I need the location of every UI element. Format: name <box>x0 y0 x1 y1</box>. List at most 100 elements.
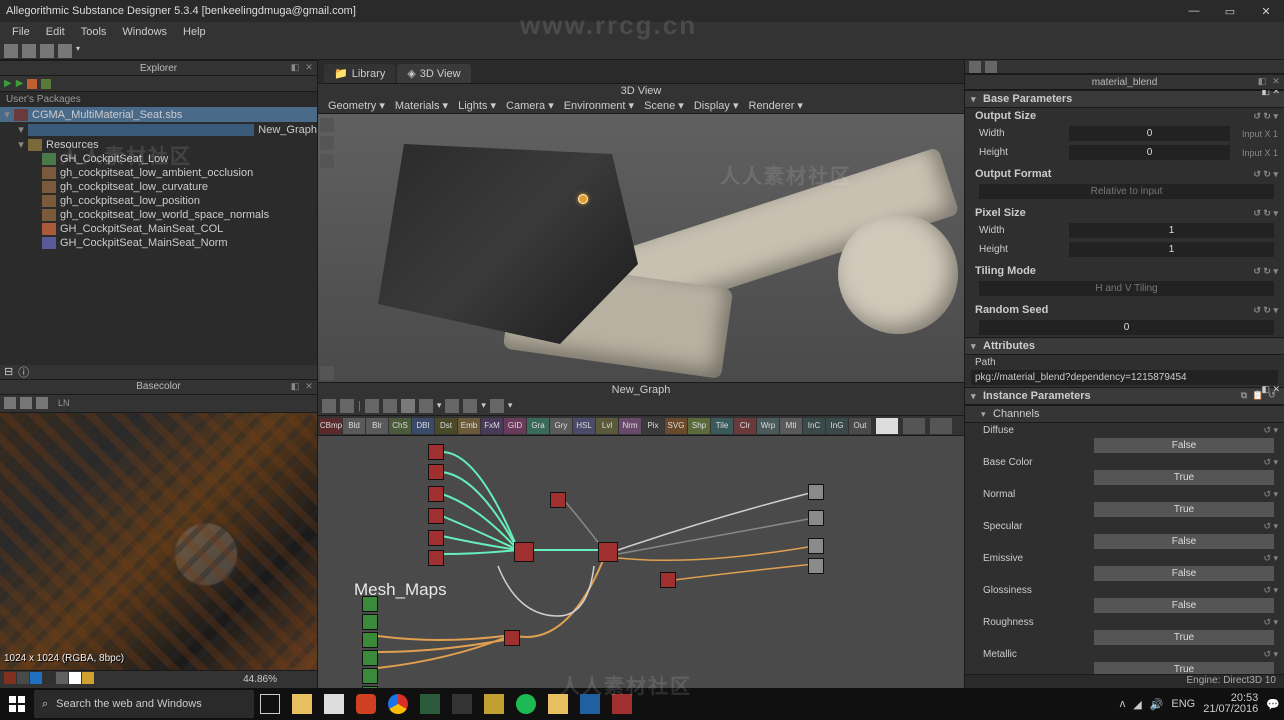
graph-node[interactable] <box>504 630 520 646</box>
dock-icon[interactable]: ◧ <box>289 62 301 74</box>
app-yellow-icon[interactable] <box>478 688 510 720</box>
play-all-icon[interactable]: ▶ <box>16 78 24 89</box>
viewport-menu[interactable]: Materials ▾ <box>391 99 452 112</box>
save-all-icon[interactable]: ▾ <box>58 44 72 58</box>
palette-node[interactable]: Blr <box>366 418 388 434</box>
graph-node[interactable] <box>362 632 378 648</box>
palette-node[interactable]: Out <box>849 418 871 434</box>
channels-header[interactable]: ▾Channels <box>965 405 1284 423</box>
arrow-icon[interactable] <box>445 399 459 413</box>
copy-icon[interactable]: ⧉ <box>1238 390 1250 402</box>
palette-node[interactable]: Wrp <box>757 418 779 434</box>
tiling-mode-select[interactable]: H and V Tiling <box>979 281 1274 296</box>
tab-3dview[interactable]: ◈3D View <box>397 64 470 83</box>
graph-node[interactable] <box>428 464 444 480</box>
palette-node[interactable]: Mtl <box>780 418 802 434</box>
graph-node[interactable] <box>808 538 824 554</box>
viewport-option-icon[interactable] <box>320 366 334 380</box>
start-button[interactable] <box>0 688 34 720</box>
palette-node[interactable]: Lvl <box>596 418 618 434</box>
task-view-icon[interactable] <box>254 688 286 720</box>
minimize-button[interactable]: — <box>1176 0 1212 22</box>
palette-node[interactable]: Shp <box>688 418 710 434</box>
close-panel-icon[interactable]: ✕ <box>303 381 315 393</box>
graph-node[interactable] <box>362 650 378 666</box>
palette-node[interactable]: Nrm <box>619 418 641 434</box>
close-panel-icon[interactable]: ✕ <box>303 62 315 74</box>
app-icon[interactable] <box>350 688 382 720</box>
channel-value-select[interactable]: False <box>1094 566 1274 581</box>
open-icon[interactable] <box>22 44 36 58</box>
palette-extra-icon[interactable] <box>876 418 898 434</box>
close-button[interactable]: ✕ <box>1248 0 1284 22</box>
tree-item[interactable]: GH_CockpitSeat_Low <box>0 152 317 166</box>
output-height-field[interactable]: 0 <box>1069 145 1230 160</box>
palette-node[interactable]: Emb <box>458 418 480 434</box>
menu-help[interactable]: Help <box>175 24 214 40</box>
tree-item[interactable]: gh_cockpitseat_low_position <box>0 194 317 208</box>
menu-edit[interactable]: Edit <box>38 24 73 40</box>
chrome-icon[interactable] <box>382 688 414 720</box>
tree-item[interactable]: ▾Resources <box>0 137 317 152</box>
wifi-icon[interactable]: ◢ <box>1133 698 1141 711</box>
viewport-menu[interactable]: Environment ▾ <box>560 99 638 112</box>
palette-node[interactable]: CBmp <box>320 418 342 434</box>
maximize-button[interactable]: ▭ <box>1212 0 1248 22</box>
viewport-menu[interactable]: Lights ▾ <box>454 99 500 112</box>
graph-node[interactable] <box>362 668 378 684</box>
tree-item[interactable]: gh_cockpitseat_low_world_space_normals <box>0 208 317 222</box>
more-icon[interactable] <box>490 399 504 413</box>
graph-node[interactable] <box>808 484 824 500</box>
stop-icon[interactable] <box>27 79 37 89</box>
color-swatch[interactable] <box>43 672 55 684</box>
color-swatch[interactable] <box>17 672 29 684</box>
basecolor-viewport[interactable]: 1024 x 1024 (RGBA, 8bpc) <box>0 413 317 671</box>
lang-indicator[interactable]: ENG <box>1171 698 1195 710</box>
graph-node[interactable] <box>428 444 444 460</box>
dock-icon[interactable]: ◧ <box>1256 76 1268 88</box>
palette-node[interactable]: Gra <box>527 418 549 434</box>
app-dark-icon[interactable] <box>446 688 478 720</box>
prop-tool-icon[interactable] <box>969 61 981 73</box>
file-explorer-icon[interactable] <box>286 688 318 720</box>
channel-value-select[interactable]: True <box>1094 470 1274 485</box>
pixel-width-field[interactable]: 1 <box>1069 223 1274 238</box>
graph-tool-icon[interactable] <box>340 399 354 413</box>
app-green-icon[interactable] <box>414 688 446 720</box>
color-swatch[interactable] <box>56 672 68 684</box>
palette-node[interactable]: Dst <box>435 418 457 434</box>
section-instance-parameters[interactable]: ▾Instance Parameters⧉📋↺ <box>965 387 1284 405</box>
tree-item[interactable]: GH_CockpitSeat_MainSeat_Norm <box>0 236 317 250</box>
spotify-icon[interactable] <box>510 688 542 720</box>
graph-tool-icon[interactable] <box>322 399 336 413</box>
bc-tool-icon[interactable] <box>36 397 48 409</box>
palette-node[interactable]: Clr <box>734 418 756 434</box>
palette-node[interactable]: SVG <box>665 418 687 434</box>
channel-value-select[interactable]: True <box>1094 502 1274 517</box>
palette-node[interactable]: Tile <box>711 418 733 434</box>
color-swatch[interactable] <box>82 672 94 684</box>
channel-value-select[interactable]: False <box>1094 598 1274 613</box>
play-icon[interactable]: ▶ <box>4 78 12 89</box>
color-swatch[interactable] <box>30 672 42 684</box>
output-width-field[interactable]: 0 <box>1069 126 1230 141</box>
collapse-icon[interactable]: ⊟ <box>4 365 13 378</box>
palette-node[interactable]: GID <box>504 418 526 434</box>
expand-icon[interactable]: ⓘ <box>18 364 29 380</box>
section-base-parameters[interactable]: ▾Base Parameters <box>965 90 1284 108</box>
gear-icon[interactable] <box>463 399 477 413</box>
save-icon[interactable] <box>40 44 54 58</box>
menu-windows[interactable]: Windows <box>114 24 175 40</box>
graph-node[interactable] <box>808 558 824 574</box>
pixel-height-field[interactable]: 1 <box>1069 242 1274 257</box>
channel-value-select[interactable]: True <box>1094 630 1274 645</box>
viewport-menu[interactable]: Scene ▾ <box>640 99 688 112</box>
graph-node[interactable] <box>428 550 444 566</box>
menu-tools[interactable]: Tools <box>73 24 115 40</box>
palette-extra-icon[interactable] <box>930 418 952 434</box>
palette-node[interactable]: InC <box>803 418 825 434</box>
tree-item[interactable]: gh_cockpitseat_low_ambient_occlusion <box>0 166 317 180</box>
dock-icon[interactable]: ◧ <box>289 381 301 393</box>
graph-node[interactable] <box>550 492 566 508</box>
volume-icon[interactable]: 🔊 <box>1150 698 1164 711</box>
